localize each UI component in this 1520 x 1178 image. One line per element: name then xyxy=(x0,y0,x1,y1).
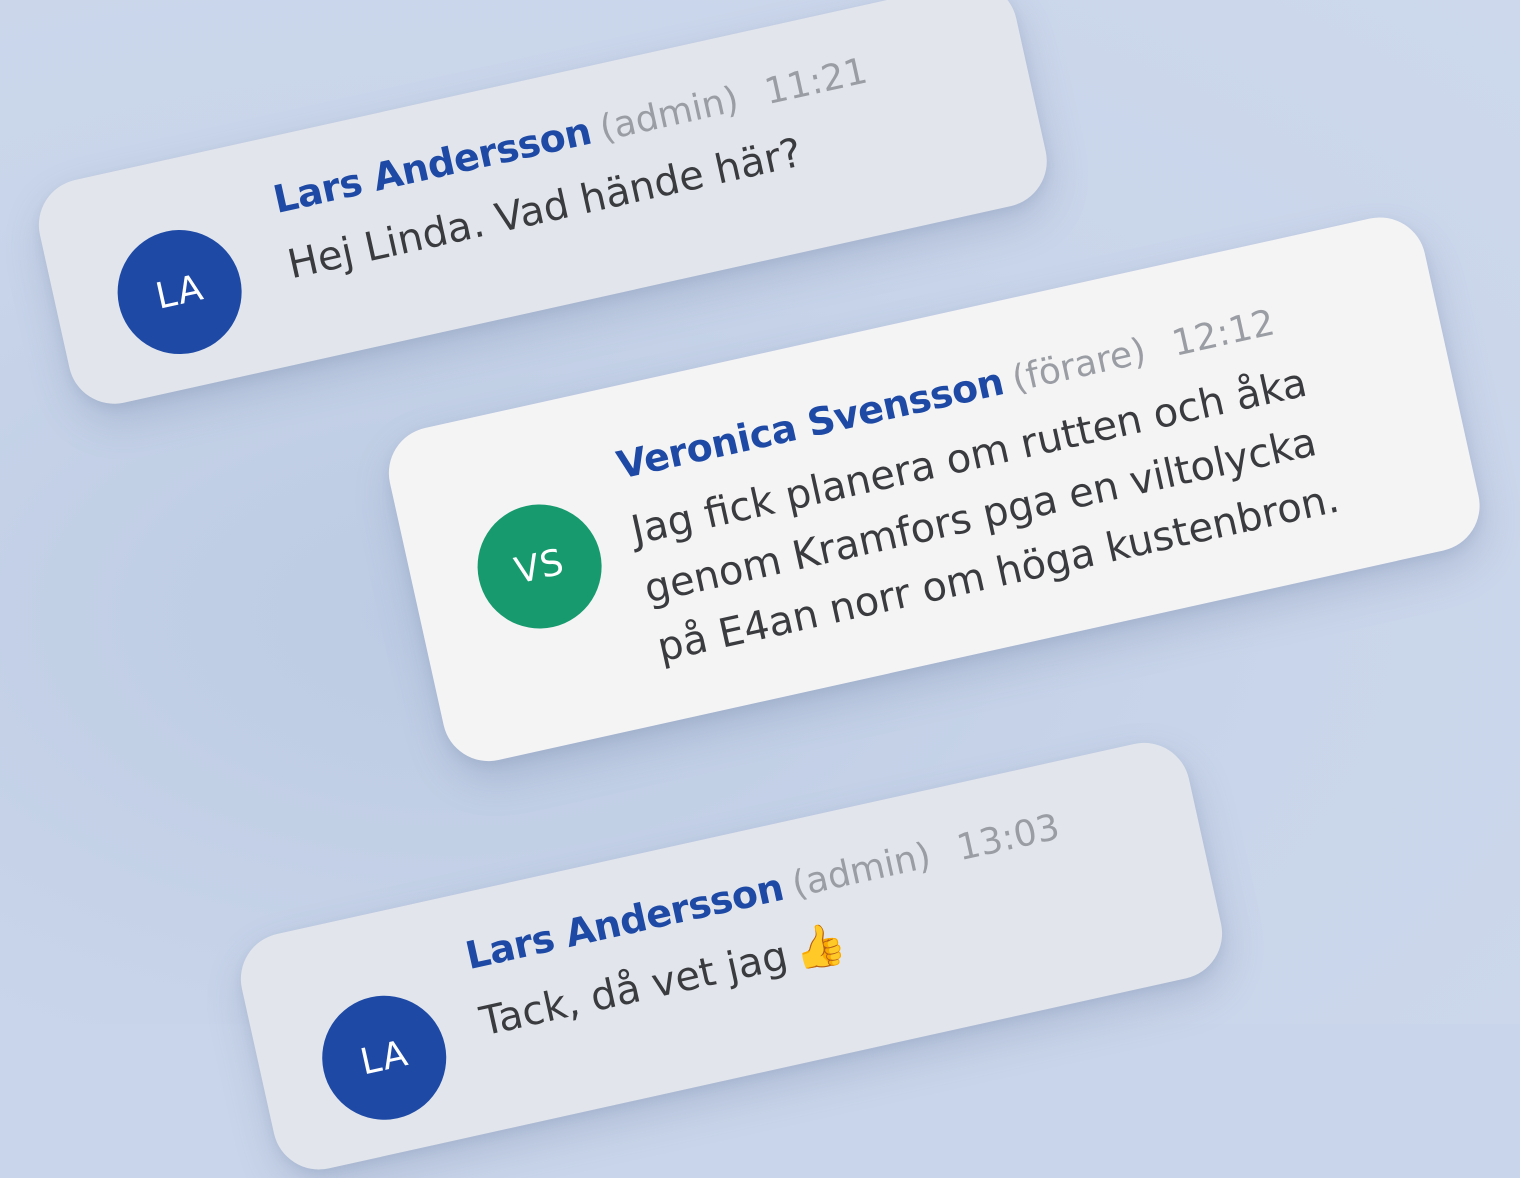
message-time: 11:21 xyxy=(760,50,872,114)
chat-thread: LA Lars Andersson(admin) 11:21 Hej Linda.… xyxy=(0,0,1520,1178)
message-card[interactable]: LA Lars Andersson(admin) 13:03 Tack, då v… xyxy=(232,734,1231,1178)
message-time: 13:03 xyxy=(953,806,1064,870)
message-time: 12:12 xyxy=(1168,302,1279,365)
avatar-initials: LA xyxy=(356,1032,412,1083)
avatar: VS xyxy=(465,492,614,641)
thumbs-up-icon: 👍 xyxy=(788,916,851,976)
avatar-initials: VS xyxy=(510,541,569,592)
avatar: LA xyxy=(310,983,459,1132)
avatar: LA xyxy=(105,218,254,366)
avatar-initials: LA xyxy=(151,266,208,318)
author-role: (admin) xyxy=(788,835,935,906)
